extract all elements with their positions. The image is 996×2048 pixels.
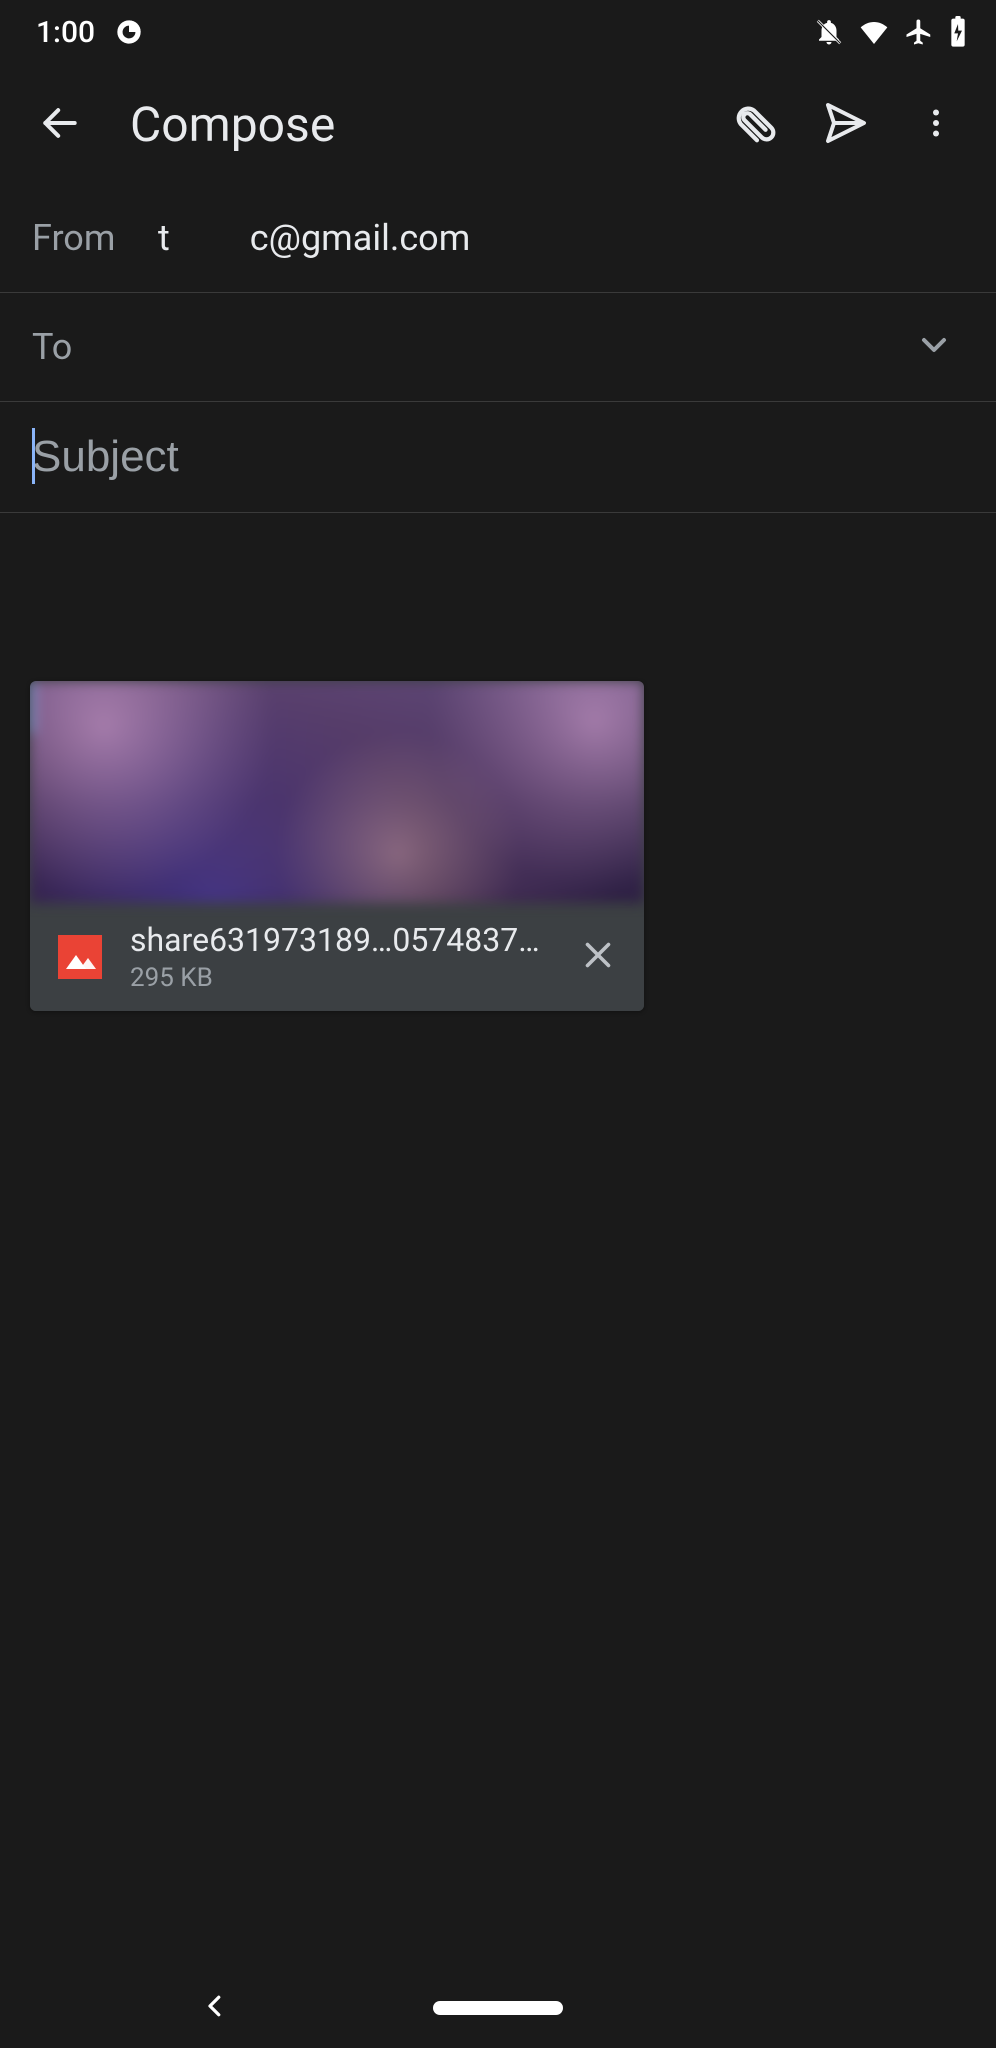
from-label: From	[32, 217, 122, 259]
attachment-filename: share631973189…05748371.png	[130, 921, 542, 959]
battery-charging-icon	[948, 16, 968, 48]
attachment-meta: share631973189…05748371.png 295 KB	[30, 903, 644, 1011]
back-button[interactable]	[20, 84, 100, 164]
send-icon	[822, 99, 870, 150]
airplane-icon	[904, 17, 934, 47]
status-time: 1:00	[36, 15, 95, 50]
close-icon	[580, 937, 616, 977]
remove-attachment-button[interactable]	[570, 929, 626, 985]
to-input[interactable]	[158, 326, 868, 368]
to-field: To	[0, 293, 996, 401]
attachment-thumbnail	[30, 681, 644, 903]
nav-home-pill[interactable]	[433, 2001, 563, 2015]
chevron-left-icon	[200, 2006, 230, 2025]
subject-input[interactable]	[32, 432, 964, 482]
text-cursor	[32, 428, 35, 484]
wifi-icon	[858, 16, 890, 48]
page-title: Compose	[110, 96, 706, 153]
to-label: To	[32, 326, 122, 368]
attachment-size: 295 KB	[130, 963, 542, 993]
compose-body-area: share631973189…05748371.png 295 KB	[0, 513, 996, 1045]
attach-button[interactable]	[716, 84, 796, 164]
status-bar: 1:00	[0, 0, 996, 64]
chevron-down-icon	[914, 325, 954, 369]
send-button[interactable]	[806, 84, 886, 164]
expand-recipients-button[interactable]	[904, 317, 964, 377]
attachment-icon	[733, 100, 779, 149]
more-vert-icon	[918, 105, 954, 144]
app-bar: Compose	[0, 64, 996, 184]
mute-icon	[814, 17, 844, 47]
from-field[interactable]: From tc@gmail.com	[0, 184, 996, 292]
body-input[interactable]	[30, 547, 966, 629]
image-file-icon	[58, 935, 102, 979]
system-nav-bar	[0, 1968, 996, 2048]
subject-field	[0, 402, 996, 512]
do-not-disturb-icon	[115, 18, 143, 46]
from-value: tc@gmail.com	[158, 217, 470, 259]
arrow-back-icon	[38, 101, 82, 148]
nav-back-button[interactable]	[200, 1991, 230, 2025]
attachment-card[interactable]: share631973189…05748371.png 295 KB	[30, 681, 644, 1011]
more-button[interactable]	[896, 84, 976, 164]
